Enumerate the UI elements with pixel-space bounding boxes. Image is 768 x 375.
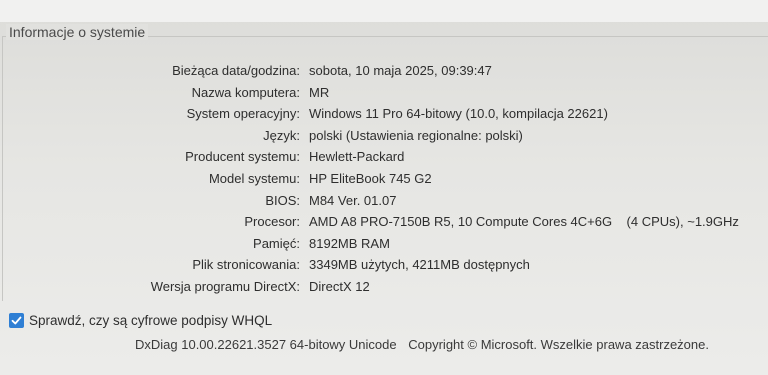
copyright-notice: Copyright © Microsoft. Wszelkie prawa za… — [408, 337, 709, 352]
info-row-label-col: Procesor: — [0, 212, 300, 232]
info-value: Windows 11 Pro 64-bitowy (10.0, kompilac… — [309, 106, 608, 121]
info-value: MR — [309, 85, 330, 100]
info-value: polski (Ustawienia regionalne: polski) — [309, 128, 523, 143]
footer: DxDiag 10.00.22621.3527 64-bitowy Unicod… — [135, 337, 717, 352]
info-row: Procesor: AMD A8 PRO-7150B R5, 10 Compute… — [0, 212, 768, 232]
info-label: Procesor: — [244, 214, 300, 229]
info-row-label-col: Pamięć: — [0, 234, 300, 254]
info-label: Producent systemu: — [185, 149, 300, 164]
info-row-label-col: Język: — [0, 126, 300, 146]
info-label: BIOS: — [265, 193, 300, 208]
info-label: Wersja programu DirectX: — [150, 279, 300, 294]
info-label: Plik stronicowania: — [192, 257, 300, 272]
whql-check-label: Sprawdź, czy są cyfrowe podpisy WHQL — [29, 312, 273, 328]
dxdiag-system-tab: Informacje o systemie Bieżąca data/godzi… — [0, 0, 768, 375]
info-label: Pamięć: — [253, 236, 300, 251]
info-row: Bieżąca data/godzina: sobota, 10 maja 202… — [0, 61, 768, 81]
whql-checkbox[interactable] — [9, 312, 24, 328]
info-label: System operacyjny: — [186, 106, 300, 121]
info-row: Język: polski (Ustawienia regionalne: pol… — [0, 126, 768, 146]
info-row-label-col: BIOS: — [0, 191, 300, 211]
info-row-label-col: System operacyjny: — [0, 104, 300, 124]
info-value: DirectX 12 — [309, 279, 370, 294]
info-label: Nazwa komputera: — [191, 85, 300, 100]
info-row-label-col: Wersja programu DirectX: — [0, 277, 300, 297]
whql-check-option[interactable]: Sprawdź, czy są cyfrowe podpisy WHQL — [9, 310, 272, 330]
system-info-group-title: Informacje o systemie — [6, 24, 149, 40]
check-icon — [11, 316, 22, 324]
tab-strip — [0, 0, 768, 22]
info-value: M84 Ver. 01.07 — [309, 193, 397, 208]
info-value: 3349MB użytych, 4211MB dostępnych — [309, 257, 530, 272]
info-row-label-col: Producent systemu: — [0, 147, 300, 167]
info-label: Model systemu: — [208, 171, 300, 186]
info-row: Plik stronicowania: 3349MB użytych, 4211M… — [0, 255, 768, 275]
info-row: Nazwa komputera: MR — [0, 83, 768, 103]
info-value: AMD A8 PRO-7150B R5, 10 Compute Cores 4C… — [309, 214, 739, 229]
dxdiag-version: DxDiag 10.00.22621.3527 64-bitowy Unicod… — [135, 337, 397, 352]
info-row: Wersja programu DirectX: DirectX 12 — [0, 277, 768, 297]
info-label: Bieżąca data/godzina: — [172, 63, 300, 78]
info-value: 8192MB RAM — [309, 236, 390, 251]
info-row-label-col: Plik stronicowania: — [0, 255, 300, 275]
info-row-label-col: Model systemu: — [0, 169, 300, 189]
info-row: BIOS: M84 Ver. 01.07 — [0, 191, 768, 211]
info-row-label-col: Bieżąca data/godzina: — [0, 61, 300, 81]
info-row-label-col: Nazwa komputera: — [0, 83, 300, 103]
info-row: Model systemu: HP EliteBook 745 G2 — [0, 169, 768, 189]
info-value: HP EliteBook 745 G2 — [309, 171, 432, 186]
info-row: Pamięć: 8192MB RAM — [0, 234, 768, 254]
info-label: Język: — [263, 128, 300, 143]
info-row: System operacyjny: Windows 11 Pro 64-bito… — [0, 104, 768, 124]
info-value: Hewlett-Packard — [309, 149, 405, 164]
info-row: Producent systemu: Hewlett-Packard — [0, 147, 768, 167]
info-value: sobota, 10 maja 2025, 09:39:47 — [309, 63, 492, 78]
